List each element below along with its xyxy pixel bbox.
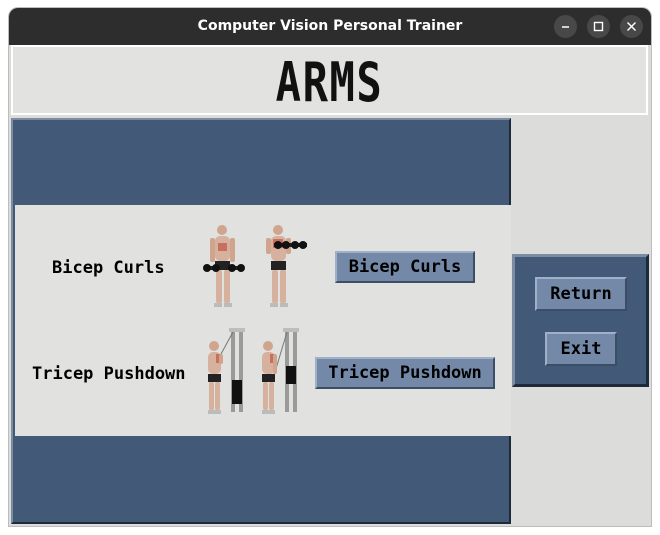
exercise-label-tricep-pushdown: Tricep Pushdown [32, 364, 186, 384]
tricep-pushdown-button[interactable]: Tricep Pushdown [315, 357, 495, 389]
header-banner: ARMS [11, 45, 648, 115]
minimize-icon [562, 26, 569, 28]
maximize-button[interactable] [587, 15, 610, 38]
exercise-list: Bicep Curls Bicep Curls Tricep Pushdown … [15, 205, 511, 436]
return-button[interactable]: Return [535, 277, 627, 311]
close-button[interactable] [620, 15, 643, 38]
page-title: ARMS [275, 51, 384, 114]
minimize-button[interactable] [554, 15, 577, 38]
exercise-label-bicep-curls: Bicep Curls [52, 258, 165, 278]
bicep-curl-figure-down-icon [203, 225, 245, 307]
app-window: Computer Vision Personal Trainer ARMS Bi… [9, 8, 651, 526]
bicep-curl-figure-up-icon [266, 225, 307, 307]
exit-button[interactable]: Exit [545, 332, 617, 366]
tricep-pushdown-figure-end-icon [262, 328, 299, 414]
maximize-icon [593, 21, 604, 32]
bicep-curls-button[interactable]: Bicep Curls [335, 251, 475, 283]
close-icon [627, 22, 636, 31]
navigation-panel: Return Exit [512, 254, 649, 387]
title-bar[interactable]: Computer Vision Personal Trainer [9, 8, 651, 45]
tricep-pushdown-figure-start-icon [208, 328, 245, 414]
exercise-panel: Bicep Curls Bicep Curls Tricep Pushdown … [11, 118, 511, 524]
